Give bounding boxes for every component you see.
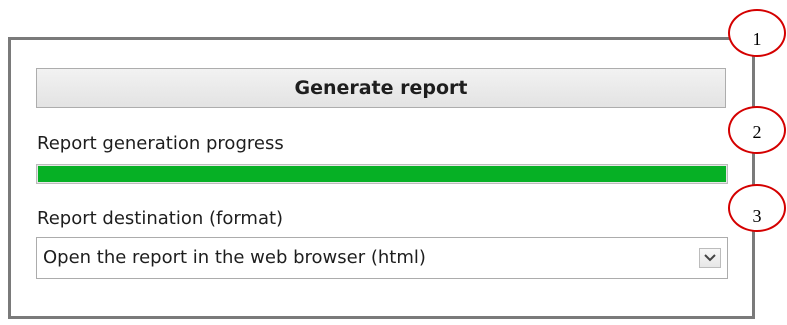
report-panel: Generate report Report generation progre… bbox=[8, 37, 755, 319]
destination-selected-value: Open the report in the web browser (html… bbox=[43, 247, 426, 268]
callout-1: 1 bbox=[728, 9, 786, 57]
destination-label: Report destination (format) bbox=[37, 208, 284, 229]
callout-number-2: 2 bbox=[752, 122, 762, 142]
callout-number-3: 3 bbox=[752, 206, 762, 226]
chevron-down-icon[interactable] bbox=[699, 248, 721, 268]
callout-number-1: 1 bbox=[752, 29, 762, 49]
progress-label: Report generation progress bbox=[37, 133, 284, 154]
callout-3: 3 bbox=[728, 184, 786, 232]
callout-2: 2 bbox=[728, 106, 786, 154]
generate-report-button[interactable]: Generate report bbox=[36, 68, 726, 108]
report-progress-bar bbox=[36, 164, 728, 184]
report-destination-select[interactable]: Open the report in the web browser (html… bbox=[36, 237, 728, 279]
progress-fill bbox=[38, 166, 726, 182]
generate-report-label: Generate report bbox=[294, 77, 468, 99]
